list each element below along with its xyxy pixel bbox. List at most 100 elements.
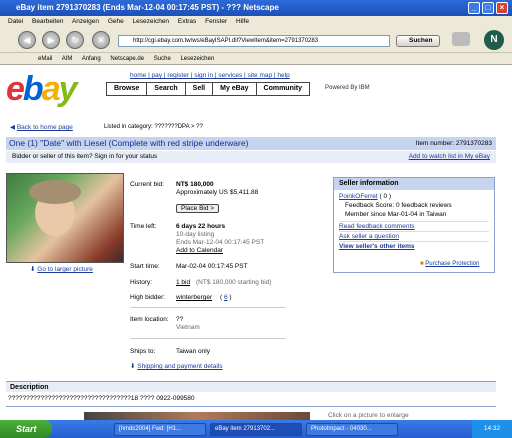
description-text: ??????????????????????????????????18 ???…	[8, 395, 195, 402]
menu-window[interactable]: Fenster	[205, 18, 227, 25]
enlarge-hint: Click on a picture to enlarge	[328, 412, 409, 419]
item-photo[interactable]	[6, 173, 124, 263]
seller-score: 0	[383, 193, 388, 200]
ebay-main-tabs: Browse Search Sell My eBay Community	[106, 82, 311, 96]
description-image[interactable]	[84, 412, 310, 420]
back-icon[interactable]: ◀	[18, 31, 36, 49]
tab-browse[interactable]: Browse	[107, 83, 148, 95]
maximize-button[interactable]: □	[482, 2, 494, 14]
description-header: Description	[6, 381, 496, 392]
item-title: One (1) "Date" with Liesel (Complete wit…	[9, 138, 249, 148]
larger-picture-link[interactable]: Go to larger picture	[37, 266, 93, 273]
search-button[interactable]: Suchen	[396, 35, 440, 47]
item-number: Item number: 2791370283	[415, 140, 492, 147]
navigation-toolbar: ◀ ▶ ↻ ✕ http://cgi.ebay.com.tw/ws/eBayIS…	[0, 27, 512, 53]
url-field[interactable]: http://cgi.ebay.com.tw/ws/eBayISAPI.dll?…	[118, 35, 390, 47]
menu-bookmarks[interactable]: Lesezeichen	[133, 18, 170, 25]
seller-other-items-link[interactable]: View seller's other items	[339, 241, 489, 251]
divider	[6, 406, 496, 407]
clock: 14:32	[472, 420, 512, 438]
stop-icon[interactable]: ✕	[92, 31, 110, 49]
purchase-protection[interactable]: ■ Purchase Protection	[420, 261, 479, 267]
tab-search[interactable]: Search	[147, 83, 186, 95]
close-button[interactable]: ×	[496, 2, 508, 14]
listing-length: 10-day listing	[176, 231, 215, 238]
task-mail[interactable]: [hmdc2004] Fwd: [H1...	[114, 423, 206, 436]
start-time-value: Mar-02-04 00:17:45 PST	[176, 263, 248, 270]
ships-to-value: Taiwan only	[176, 348, 210, 355]
bookmarks-toolbar: eMail AIM Anfang Netscape.de Suche Lesez…	[0, 53, 512, 65]
seller-feedback: Feedback Score: 0 feedback reviews	[345, 202, 452, 209]
divider	[130, 338, 286, 339]
bookmark-netscape[interactable]: Netscape.de	[110, 56, 144, 62]
forward-icon[interactable]: ▶	[42, 31, 60, 49]
menu-file[interactable]: Datei	[8, 18, 23, 25]
shipping-details[interactable]: ⬇ Shipping and payment details	[130, 362, 223, 370]
tab-community[interactable]: Community	[257, 83, 310, 95]
bookmark-search[interactable]: Suche	[154, 56, 171, 62]
high-bidder-score-value[interactable]: 6	[224, 294, 228, 301]
item-location-label: Item location:	[130, 316, 169, 323]
task-photoimpact[interactable]: PhotoImpact - 04030...	[306, 423, 398, 436]
hair-shape	[29, 180, 81, 204]
history-label: History:	[130, 279, 153, 286]
start-button[interactable]: Start	[0, 420, 52, 438]
back-to-home[interactable]: ◀ Back to home page	[10, 123, 73, 131]
menu-edit[interactable]: Bearbeiten	[32, 18, 63, 25]
seller-since: Member since Mar-01-04 in Taiwan	[345, 211, 447, 218]
start-time-label: Start time:	[130, 263, 160, 270]
place-bid-button[interactable]: Place Bid >	[176, 204, 220, 213]
ask-seller-link[interactable]: Ask seller a question	[339, 231, 489, 241]
top-links[interactable]: home | pay | register | sign in | servic…	[130, 72, 290, 79]
minimize-button[interactable]: _	[468, 2, 480, 14]
taskbar: Start [hmdc2004] Fwd: [H1... eBay item 2…	[0, 420, 512, 438]
bookmark-email[interactable]: eMail	[38, 56, 52, 62]
menu-view[interactable]: Anzeigen	[72, 18, 99, 25]
add-calendar-link[interactable]: Add to Calendar	[176, 247, 223, 254]
menu-bar: Datei Bearbeiten Anzeigen Gehe Lesezeich…	[0, 16, 512, 27]
ebay-logo[interactable]: ebay	[6, 71, 78, 107]
task-ebay[interactable]: eBay item 27913702...	[210, 423, 302, 436]
larger-picture[interactable]: ⬇ Go to larger picture	[30, 265, 93, 273]
read-feedback-link[interactable]: Read feedback comments	[339, 221, 489, 231]
window-titlebar: eBay item 2791370283 (Ends Mar-12-04 00:…	[0, 0, 512, 16]
bidder-prompt[interactable]: Bidder or seller of this item? Sign in f…	[12, 153, 157, 160]
high-bidder-link[interactable]: winterberger	[176, 294, 212, 301]
current-bid-value: NT$ 180,000	[176, 181, 214, 188]
time-left-value: 6 days 22 hours	[176, 223, 226, 230]
bookmark-home[interactable]: Anfang	[82, 56, 101, 62]
purchase-protection-link[interactable]: Purchase Protection	[425, 261, 479, 267]
window-title: eBay item 2791370283 (Ends Mar-12-04 00:…	[16, 3, 279, 12]
web-page: ebay home | pay | register | sign in | s…	[0, 65, 512, 420]
ships-to-label: Ships to:	[130, 348, 156, 355]
seller-name-link[interactable]: PoinkOFerret	[339, 193, 378, 200]
menu-help[interactable]: Hilfe	[236, 18, 249, 25]
back-home-link[interactable]: Back to home page	[17, 124, 73, 131]
tab-sell[interactable]: Sell	[186, 83, 214, 95]
menu-tools[interactable]: Extras	[178, 18, 196, 25]
item-title-bar: One (1) "Date" with Liesel (Complete wit…	[6, 137, 496, 150]
high-bidder-label: High bidder:	[130, 294, 166, 301]
seller-name-row: PoinkOFerret ( 0 )	[339, 193, 392, 200]
bidder-status-bar: Bidder or seller of this item? Sign in f…	[6, 151, 496, 163]
bid-history-link[interactable]: 1 bid	[176, 279, 190, 286]
tab-my-ebay[interactable]: My eBay	[213, 83, 257, 95]
current-bid-label: Current bid:	[130, 181, 164, 188]
item-location-value: ??	[176, 316, 184, 323]
approx-value: Approximately US $5,411.88	[176, 189, 259, 196]
bookmark-aim[interactable]: AIM	[62, 56, 73, 62]
category-breadcrumb[interactable]: Listed in category: ???????DPA > ??	[104, 124, 203, 130]
seller-info-header: Seller information	[334, 178, 494, 190]
powered-by-ibm: Powered By IBM	[325, 85, 370, 91]
print-icon[interactable]	[452, 32, 470, 46]
seller-info-box: Seller information PoinkOFerret ( 0 ) Fe…	[333, 177, 495, 273]
shipping-link[interactable]: Shipping and payment details	[137, 363, 222, 370]
bookmark-bookmarks[interactable]: Lesezeichen	[180, 56, 214, 62]
reload-icon[interactable]: ↻	[66, 31, 84, 49]
item-country: Vietnam	[176, 324, 200, 331]
netscape-logo-icon: N	[484, 30, 504, 50]
end-time: Ends Mar-12-04 00:17:45 PST	[176, 239, 265, 246]
menu-go[interactable]: Gehe	[108, 18, 124, 25]
high-bidder-score[interactable]: ( 6 )	[220, 294, 232, 301]
watch-list-link[interactable]: Add to watch list in My eBay	[409, 151, 490, 163]
